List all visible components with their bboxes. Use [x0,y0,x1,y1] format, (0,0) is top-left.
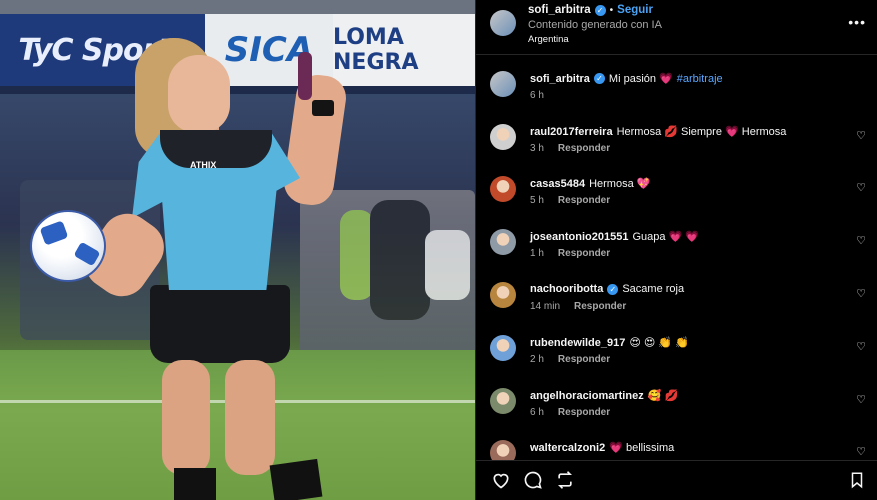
caption-meta: 6 h [530,90,544,101]
like-comment-heart-icon[interactable]: ♡ [856,393,866,406]
comment-line: angelhoraciomartinez 🥰 💋 [530,389,679,403]
comment-time: 1 h [530,248,544,259]
shirt-logo: ATHIX [190,160,217,170]
black-skirt [150,285,290,363]
commenter-avatar[interactable] [490,388,516,414]
reply-button[interactable]: Responder [558,407,610,418]
header-top-row: sofi_arbitra ✓ • Seguir [528,4,653,16]
post-photo[interactable]: TyC Sports SICA LOMA NEGRA ATHIX [0,0,475,500]
comment-text: Hermosa 💋 Siempre 💗 Hermosa [616,126,787,138]
comment-item: angelhoraciomartinez 🥰 💋 6 h Responder ♡ [476,385,877,433]
commenter-username[interactable]: nachooribotta [530,283,603,295]
commenter-avatar[interactable] [490,335,516,361]
comment-item: raul2017ferreira Hermosa 💋 Siempre 💗 Herm… [476,121,877,169]
comment-icon[interactable] [522,469,544,491]
action-bar [476,460,877,500]
bookmark-icon[interactable] [846,469,868,491]
comment-item: casas5484 Hermosa 💖 5 h Responder ♡ [476,173,877,221]
comment-item: rubendewilde_917 😍 😍 👏 👏 2 h Responder ♡ [476,332,877,380]
like-comment-heart-icon[interactable]: ♡ [856,181,866,194]
raised-arm [281,72,349,208]
comment-text: Sacame roja [622,283,685,295]
comment-item: joseantonio201551 Guapa 💗 💗 1 h Responder ♡ [476,226,877,274]
commenter-avatar[interactable] [490,282,516,308]
post-side-panel: sofi_arbitra ✓ • Seguir Contenido genera… [475,0,877,500]
commenter-username[interactable]: joseantonio201551 [530,231,628,243]
right-leg [225,360,275,475]
comment-text: 🥰 💋 [647,390,679,402]
reply-button[interactable]: Responder [574,301,626,312]
post-header: sofi_arbitra ✓ • Seguir Contenido genera… [476,0,877,55]
comment-time: 3 h [530,143,544,154]
caption: sofi_arbitra ✓ Mi pasión 💗 #arbitraje 6 … [476,68,877,116]
like-comment-heart-icon[interactable]: ♡ [856,234,866,247]
face [168,55,230,133]
verified-badge-icon: ✓ [593,73,605,84]
like-comment-heart-icon[interactable]: ♡ [856,287,866,300]
comment-meta: 5 h Responder [530,195,610,206]
left-sock [174,468,216,500]
comment-text: 💗 bellissima [609,442,675,454]
comment-meta: 3 h Responder [530,143,610,154]
comment-time: 5 h [530,195,544,206]
comment-time: 14 min [530,301,561,312]
commenter-username[interactable]: rubendewilde_917 [530,337,625,349]
comment-text: 😍 😍 👏 👏 [629,337,689,349]
comment-meta: 14 min Responder [530,301,626,312]
verified-badge-icon: ✓ [594,4,606,16]
right-sock [269,458,323,500]
comment-line: casas5484 Hermosa 💖 [530,177,651,191]
comment-meta: 6 h Responder [530,407,610,418]
caption-avatar[interactable] [490,71,516,97]
commenter-avatar[interactable] [490,124,516,150]
whistle-icon [298,52,312,100]
separator-dot: • [609,4,614,16]
referee-figure: ATHIX [0,0,475,500]
author-username[interactable]: sofi_arbitra [528,4,591,16]
reply-button[interactable]: Responder [558,195,610,206]
instagram-post-viewer: TyC Sports SICA LOMA NEGRA ATHIX sofi_ar… [0,0,877,500]
reply-button[interactable]: Responder [558,143,610,154]
caption-username[interactable]: sofi_arbitra [530,73,590,85]
follow-button[interactable]: Seguir [617,4,653,16]
heart-icon[interactable] [490,469,512,491]
comment-text: Hermosa 💖 [589,178,651,190]
more-options-icon[interactable]: ••• [848,14,866,30]
left-leg [162,360,210,475]
comment-time: 2 h [530,354,544,365]
comment-text: Guapa 💗 💗 [632,231,699,243]
comment-item: nachooribotta ✓ Sacame roja 14 min Responder… [476,279,877,327]
location-link[interactable]: Argentina [528,34,569,45]
comment-line: raul2017ferreira Hermosa 💋 Siempre 💗 Herm… [530,125,787,139]
caption-text: Mi pasión 💗 [608,73,673,85]
commenter-avatar[interactable] [490,229,516,255]
verified-badge-icon: ✓ [607,283,619,295]
commenter-avatar[interactable] [490,176,516,202]
ai-content-label[interactable]: Contenido generado con IA [528,19,662,31]
commenter-username[interactable]: waltercalzoni2 [530,442,605,454]
commenter-username[interactable]: casas5484 [530,178,585,190]
comment-line: waltercalzoni2 💗 bellissima [530,441,675,455]
comment-line: joseantonio201551 Guapa 💗 💗 [530,230,699,244]
wristband [312,100,334,116]
hashtag-link[interactable]: #arbitraje [677,73,723,85]
author-avatar[interactable] [490,10,516,36]
like-comment-heart-icon[interactable]: ♡ [856,445,866,458]
comment-meta: 2 h Responder [530,354,610,365]
commenter-username[interactable]: raul2017ferreira [530,126,613,138]
commenter-username[interactable]: angelhoraciomartinez [530,390,644,402]
reply-button[interactable]: Responder [558,354,610,365]
like-comment-heart-icon[interactable]: ♡ [856,340,866,353]
repost-icon[interactable] [554,469,576,491]
comment-meta: 1 h Responder [530,248,610,259]
like-comment-heart-icon[interactable]: ♡ [856,129,866,142]
comment-time: 6 h [530,407,544,418]
reply-button[interactable]: Responder [558,248,610,259]
soccer-ball-icon [30,210,106,282]
comment-line: rubendewilde_917 😍 😍 👏 👏 [530,336,689,350]
caption-time: 6 h [530,90,544,101]
comment-line: nachooribotta ✓ Sacame roja [530,283,684,295]
caption-line: sofi_arbitra ✓ Mi pasión 💗 #arbitraje [530,72,723,86]
